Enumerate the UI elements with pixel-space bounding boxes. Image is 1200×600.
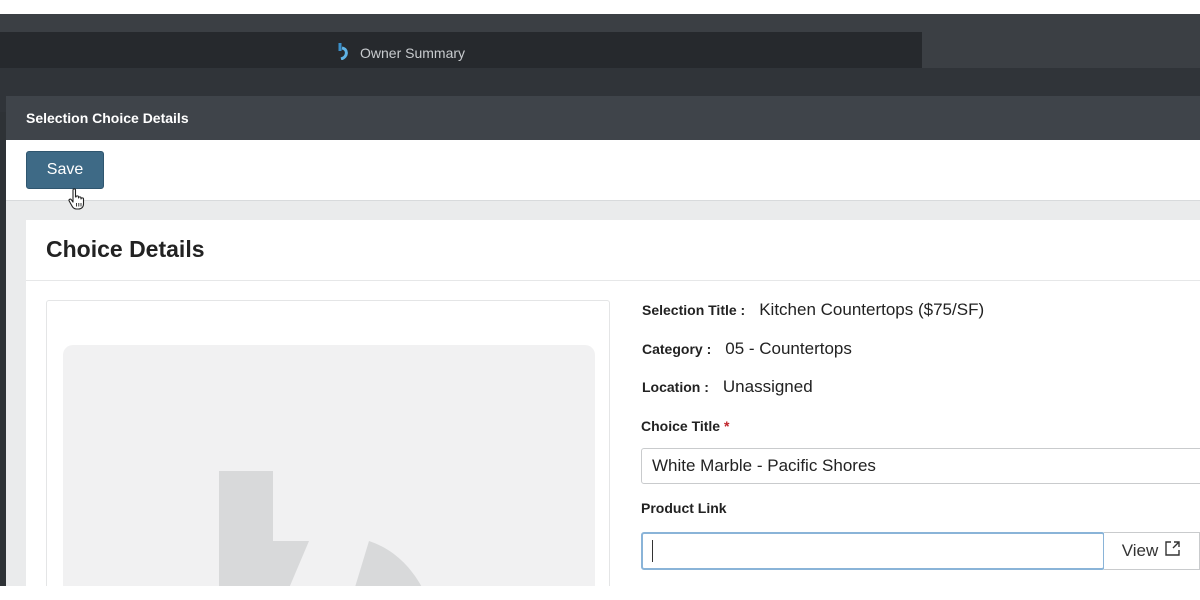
selection-title-value: Kitchen Countertops ($75/SF) (759, 300, 985, 319)
selection-choice-details-modal: Selection Choice Details Save Choice Det… (6, 96, 1200, 586)
app-logo-icon (336, 42, 352, 63)
modal-toolbar: Save (6, 140, 1200, 201)
category-value: 05 - Countertops (725, 339, 852, 358)
image-placeholder[interactable] (63, 345, 595, 586)
external-link-icon (1164, 540, 1181, 562)
choice-title-label: Choice Title * (641, 418, 729, 434)
save-button[interactable]: Save (26, 151, 104, 189)
view-label: View (1121, 541, 1159, 560)
tab-title: Owner Summary (336, 42, 465, 63)
modal-title: Selection Choice Details (26, 110, 189, 126)
view-link-button[interactable]: View (1104, 532, 1200, 570)
modal-header: Selection Choice Details (6, 96, 1200, 140)
product-link-label: Product Link (641, 500, 727, 516)
image-placeholder-icon (219, 471, 422, 586)
selection-title-label: Selection Title : (642, 302, 746, 318)
choice-title-label-text: Choice Title (641, 418, 721, 434)
location-value: Unassigned (722, 377, 813, 396)
text-caret (652, 540, 653, 562)
tab-title-text: Owner Summary (360, 44, 466, 61)
card-divider (26, 280, 1200, 281)
required-marker: * (723, 418, 730, 434)
location-row: Location : Unassigned (642, 377, 813, 397)
browser-tab-owner-summary[interactable]: Owner Summary (0, 32, 922, 68)
category-row: Category : 05 - Countertops (642, 339, 852, 359)
selection-title-row: Selection Title : Kitchen Countertops ($… (642, 300, 984, 320)
hand-pointer-icon (68, 188, 86, 215)
app-window: Owner Summary Selection Choice Details S… (0, 14, 1200, 586)
choice-title-input[interactable] (641, 448, 1200, 484)
card-title: Choice Details (46, 236, 205, 262)
choice-details-card: Choice Details Selection Title : Kitchen… (26, 220, 1200, 586)
browser-tab-strip: Owner Summary (0, 14, 1200, 68)
category-label: Category : (642, 341, 712, 357)
product-link-input[interactable] (641, 532, 1105, 570)
image-panel (46, 300, 610, 586)
location-label: Location : (642, 379, 709, 395)
